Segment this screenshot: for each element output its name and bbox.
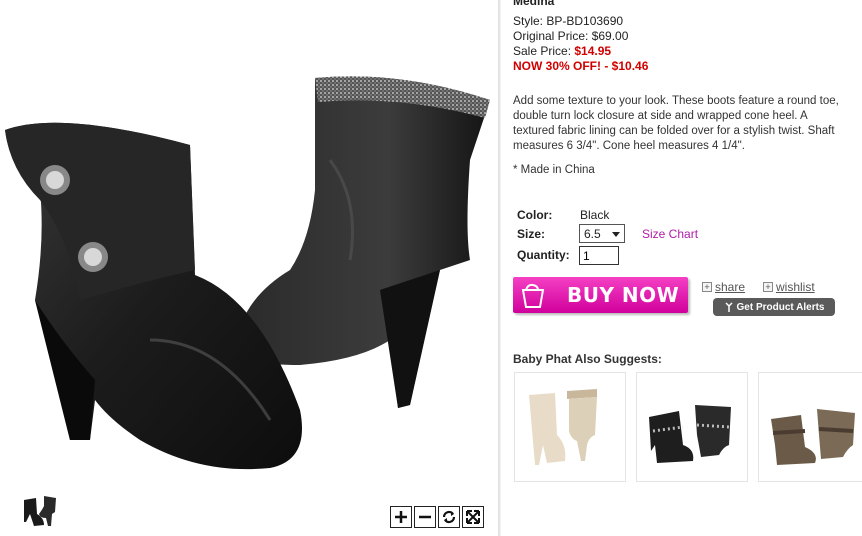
cream-boots-thumbnail[interactable] [514, 372, 626, 482]
product-alerts-label: Get Product Alerts [736, 301, 825, 313]
size-chart-link[interactable]: Size Chart [642, 227, 698, 241]
color-label: Color: [517, 208, 553, 222]
product-thumbnail[interactable] [20, 492, 62, 530]
buy-now-button[interactable]: BUY NOW [513, 277, 688, 313]
color-value: Black [580, 208, 610, 222]
original-price-label: Original Price: [513, 29, 589, 43]
product-name: Medina [513, 0, 555, 8]
plus-icon: + [702, 282, 712, 292]
quantity-input[interactable] [579, 246, 619, 265]
product-image-area [0, 0, 498, 536]
product-description: Add some texture to your look. These boo… [513, 95, 839, 152]
share-link[interactable]: + share [702, 280, 745, 294]
column-divider [498, 0, 501, 536]
sale-price-value: $14.95 [574, 44, 612, 58]
wishlist-label: wishlist [776, 280, 815, 294]
promo-price: NOW 30% OFF! - $10.46 [513, 59, 649, 73]
product-alerts-button[interactable]: Get Product Alerts [713, 298, 835, 316]
plus-icon: + [763, 282, 773, 292]
image-zoom-controls [390, 506, 484, 528]
sale-price-label: Sale Price: [513, 44, 572, 58]
refresh-icon[interactable] [438, 506, 460, 528]
size-label: Size: [517, 227, 546, 241]
size-select[interactable]: 6.5 [579, 224, 625, 243]
shopping-bag-icon [513, 277, 553, 313]
suggestions-title: Baby Phat Also Suggests: [513, 352, 662, 366]
chevron-down-icon [612, 232, 620, 237]
product-main-image[interactable] [0, 40, 498, 490]
style-row: Style: BP-BD103690 [513, 14, 623, 28]
sale-price-row: Sale Price: $14.95 [513, 44, 611, 58]
quantity-label: Quantity: [517, 248, 570, 262]
buy-now-label: BUY NOW [567, 283, 680, 307]
black-studded-boots-thumbnail[interactable] [636, 372, 748, 482]
share-label: share [715, 280, 746, 294]
antenna-icon [724, 302, 733, 312]
plus-icon[interactable] [390, 506, 412, 528]
style-value: BP-BD103690 [546, 14, 624, 28]
original-price-value: $69.00 [591, 29, 629, 43]
brown-slouch-boots-thumbnail[interactable] [758, 372, 862, 482]
style-label: Style: [513, 14, 544, 28]
made-in-note: * Made in China [513, 164, 595, 176]
wishlist-link[interactable]: + wishlist [763, 280, 815, 294]
size-selected-value: 6.5 [584, 226, 601, 241]
minus-icon[interactable] [414, 506, 436, 528]
original-price-row: Original Price: $69.00 [513, 29, 628, 43]
expand-icon[interactable] [462, 506, 484, 528]
